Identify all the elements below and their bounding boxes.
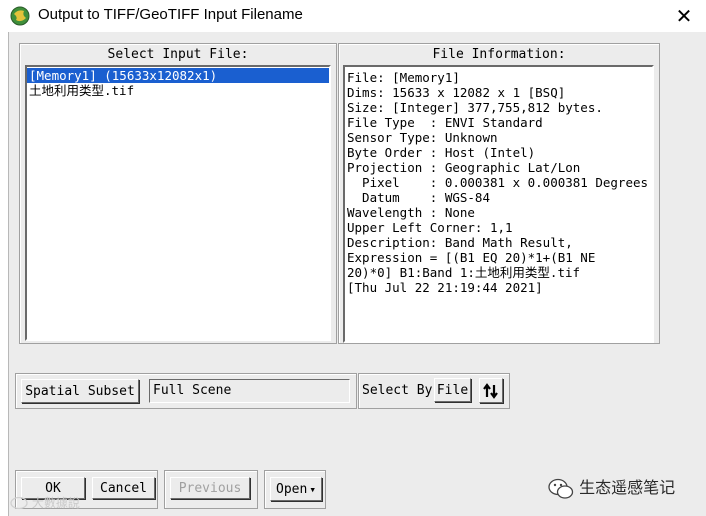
input-file-panel-label: Select Input File: [107,47,249,62]
dropdown-arrow-icon: ▾ [309,482,316,496]
info-line: Pixel : 0.000381 x 0.000381 Degrees [347,175,649,190]
info-line: Wavelength : None [347,205,475,220]
info-line: Size: [Integer] 377,755,812 bytes. [347,100,603,115]
info-line: Sensor Type: Unknown [347,130,498,145]
sort-arrows-icon [483,382,498,399]
input-file-panel: Select Input File: [Memory1] (15633x1208… [19,43,337,344]
dialog-body: Select Input File: [Memory1] (15633x1208… [8,32,706,516]
spatial-subset-button[interactable]: Spatial Subset [21,379,139,403]
wechat-logo-icon [548,478,574,499]
previous-button-panel: Previous [164,470,258,509]
file-list-item[interactable]: [Memory1] (15633x12082x1) [27,68,329,83]
window-title: Output to TIFF/GeoTIFF Input Filename [38,6,303,23]
select-by-panel: Select By File [358,373,510,409]
open-menu-button[interactable]: Open ▾ [270,477,322,501]
chat-bubble-icon [10,496,28,509]
info-line: Description: Band Math Result, [347,235,573,250]
file-info-panel-label: File Information: [432,47,566,62]
file-info-box: File: [Memory1] Dims: 15633 x 12082 x 1 … [343,65,654,343]
info-line: File: [Memory1] [347,70,460,85]
watermark-left-text: 大數據說 [31,496,80,510]
file-list-item[interactable]: 土地利用类型.tif [27,83,329,98]
info-line: File Type : ENVI Standard [347,115,543,130]
sort-order-button[interactable] [479,378,503,403]
info-line: Expression = [(B1 EQ 20)*1+(B1 NE [347,250,596,265]
title-bar: Output to TIFF/GeoTIFF Input Filename ✕ [0,0,706,32]
watermark-right-text: 生态遥感笔记 [579,478,676,497]
info-line: Datum : WGS-84 [347,190,490,205]
open-menu-label: Open [276,481,308,497]
info-line: [Thu Jul 22 21:19:44 2021] [347,280,543,295]
input-file-list[interactable]: [Memory1] (15633x12082x1) 土地利用类型.tif [25,65,331,341]
spatial-subset-panel: Spatial Subset Full Scene [15,373,357,409]
open-button-panel: Open ▾ [264,470,326,509]
envi-globe-icon [10,6,30,26]
info-line: Byte Order : Host (Intel) [347,145,536,160]
spatial-subset-field: Full Scene [149,379,350,403]
previous-button[interactable]: Previous [170,477,250,499]
watermark-right: 生态遥感笔记 [548,474,675,500]
info-line: Projection : Geographic Lat/Lon [347,160,581,175]
close-button[interactable]: ✕ [670,2,698,30]
info-line: Upper Left Corner: 1,1 [347,220,513,235]
file-info-panel: File Information: File: [Memory1] Dims: … [338,43,660,344]
info-line: 20)*0] B1:Band 1:土地利用类型.tif [347,265,581,280]
cancel-button[interactable]: Cancel [92,477,155,499]
info-line: Dims: 15633 x 12082 x 1 [BSQ] [347,85,566,100]
select-by-label: Select By [362,383,433,398]
watermark-left: 大數據說 [10,494,80,511]
select-by-file-button[interactable]: File [434,378,471,402]
